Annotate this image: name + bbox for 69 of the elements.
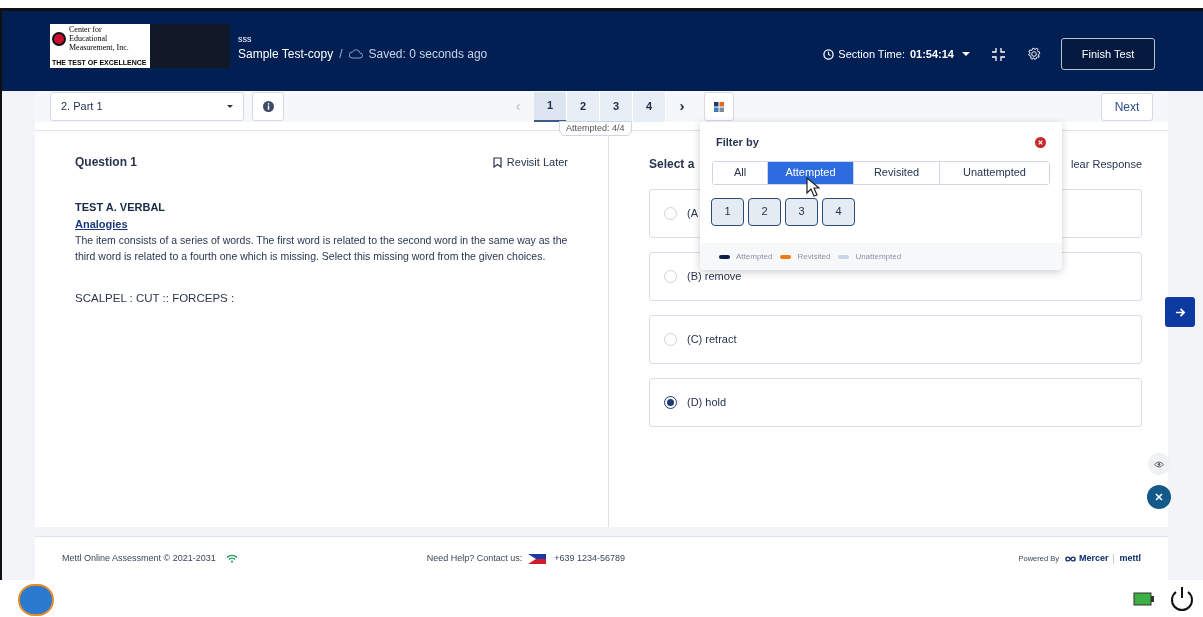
attempted-count: Attempted: 4/4: [559, 121, 632, 136]
mercer-logo: Mercer: [1078, 551, 1109, 565]
eye-icon: [1154, 460, 1164, 468]
close-icon[interactable]: [1035, 136, 1046, 148]
page-tab[interactable]: 2: [567, 91, 600, 122]
page-tab[interactable]: 3: [600, 91, 633, 122]
legend-label: Revisited: [797, 250, 831, 263]
section-subheading: Analogies: [75, 216, 129, 232]
power-icon[interactable]: [1168, 585, 1196, 613]
settings-icon[interactable]: [1027, 47, 1041, 61]
answer-option[interactable]: (C) retract: [649, 315, 1142, 364]
infinity-icon: [1064, 555, 1076, 562]
legend-label: Unattempted: [855, 250, 902, 263]
arrow-right-icon: [1174, 306, 1186, 318]
info-button[interactable]: [252, 92, 284, 121]
option-label: (C) retract: [687, 332, 737, 348]
wifi-icon: [225, 554, 238, 563]
page-tab[interactable]: 4: [633, 91, 666, 122]
question-number-button[interactable]: 1: [711, 197, 744, 226]
close-icon: [1155, 493, 1163, 501]
revisit-later-button[interactable]: Revisit Later: [492, 153, 568, 171]
grid-icon: [714, 101, 724, 112]
option-label: (B) remove: [687, 269, 742, 285]
section-time: 01:54:14: [909, 46, 954, 62]
answer-option[interactable]: (D) hold: [649, 378, 1142, 427]
option-label: (D) hold: [687, 395, 727, 411]
finish-test-button[interactable]: Finish Test: [1061, 38, 1155, 70]
clock-icon: [823, 48, 835, 60]
mouse-cursor-icon: [806, 177, 820, 197]
info-icon: [262, 101, 274, 112]
separator: /: [339, 46, 343, 63]
option-label: (A: [687, 206, 698, 222]
clear-response-button[interactable]: lear Response: [1071, 155, 1142, 173]
filter-tab[interactable]: All: [713, 161, 768, 184]
palette-button[interactable]: [704, 92, 734, 121]
phone-number: +639 1234-56789: [554, 551, 626, 565]
bookmark-icon: [492, 156, 502, 168]
section-heading: TEST A. VERBAL: [75, 200, 167, 215]
test-name: Sample Test-copy: [238, 46, 334, 63]
filter-title: Filter by: [716, 135, 759, 150]
legend-label: Attempted: [736, 250, 773, 263]
page-tab[interactable]: 1: [534, 91, 567, 122]
answer-prompt: Select a: [649, 156, 695, 173]
logo-text: Center for Educational Measurement, Inc.: [69, 25, 129, 52]
question-title: Question 1: [75, 154, 137, 171]
copyright: Mettl Online Assessment © 2021-2031: [62, 551, 216, 565]
battery-icon: [1133, 592, 1155, 606]
question-number-button[interactable]: 4: [822, 197, 855, 226]
next-button[interactable]: Next: [1101, 92, 1153, 121]
section-dropdown[interactable]: 2. Part 1: [50, 92, 244, 121]
next-page-button[interactable]: ›: [672, 95, 692, 118]
logo-emblem-icon: [52, 31, 66, 46]
instructions: The item consists of a series of words. The first word is related to the second word in the same way as the third word is related to a fourth one which is missing. Select this missing word from the given choices.: [75, 233, 569, 264]
mettl-logo: mettl: [1119, 551, 1141, 565]
flag-icon: [528, 553, 547, 564]
analogy-stem: SCALPEL : CUT :: FORCEPS :: [75, 291, 236, 306]
filter-tab[interactable]: Attempted: [768, 161, 854, 184]
caret-icon[interactable]: [962, 52, 970, 56]
help-text: Need Help? Contact us:: [426, 551, 523, 565]
caret-icon: [227, 105, 233, 108]
next-question-arrow-button[interactable]: [1165, 297, 1195, 327]
section-time-label: Section Time:: [838, 46, 905, 62]
question-number-button[interactable]: 3: [785, 197, 818, 226]
saved-status: Saved: 0 seconds ago: [368, 46, 488, 63]
question-number-button[interactable]: 2: [748, 197, 781, 226]
desktop-orb-icon: [18, 584, 54, 616]
cloud-icon: [348, 49, 363, 59]
collapse-icon[interactable]: [992, 47, 1005, 61]
test-label: sss: [238, 34, 253, 45]
